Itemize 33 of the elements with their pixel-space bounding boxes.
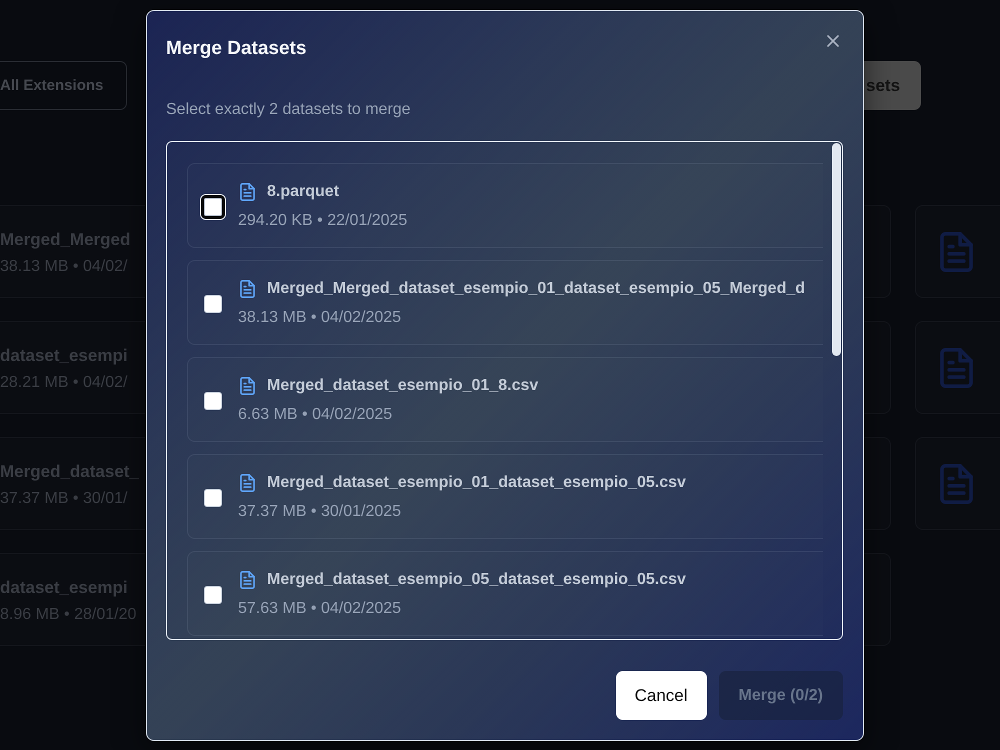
document-icon [940,464,973,504]
dataset-meta: 38.13 MB • 04/02/2025 [238,308,402,328]
dataset-item[interactable]: 8.parquet 294.20 KB • 22/01/2025 [187,163,823,248]
dataset-item[interactable]: Merged_dataset_esempio_01_dataset_esempio_05.csv 37.37 MB • 30/01/2025 [187,454,823,539]
document-icon [240,571,255,589]
document-icon [940,348,973,388]
dataset-meta: 294.20 KB • 22/01/2025 [238,211,408,231]
scrollbar-thumb[interactable] [832,143,841,356]
cancel-button[interactable]: Cancel [616,671,707,720]
dataset-meta: 37.37 MB • 30/01/2025 [238,502,402,522]
checkbox[interactable] [204,488,222,506]
document-icon [940,232,973,272]
dialog-title: Merge Datasets [166,37,306,61]
checkbox[interactable] [204,392,222,410]
document-icon [240,377,255,395]
checkbox[interactable] [204,294,222,312]
document-icon [240,183,255,201]
dataset-name: Merged_dataset_esempio_01_dataset_esempio_05.csv [267,473,686,493]
instruction-text: Select exactly 2 datasets to merge [166,100,412,120]
document-icon [240,474,255,492]
dataset-item[interactable]: Merged_dataset_esempio_01_8.csv 6.63 MB • 04/02/2025 [187,357,823,442]
dataset-meta: 57.63 MB • 04/02/2025 [238,599,402,619]
document-icon [240,280,255,298]
checkbox[interactable] [204,586,222,604]
dataset-meta: 6.63 MB • 04/02/2025 [238,405,394,425]
close-icon [827,35,839,47]
dataset-item[interactable]: Merged_Merged_dataset_esempio_01_dataset_esempio_05_Merged_d 38.13 MB • 04/02/2025 [187,260,823,345]
dataset-name: Merged_Merged_dataset_esempio_01_dataset_esempio_05_Merged_d [267,279,806,299]
close-button[interactable] [827,35,839,47]
dataset-name: Merged_dataset_esempio_05_dataset_esempio_05.csv [267,570,686,590]
dataset-name: Merged_dataset_esempio_01_8.csv [267,376,538,396]
dataset-name: 8.parquet [267,182,340,202]
dataset-item[interactable]: Merged_dataset_esempio_05_dataset_esempio_05.csv 57.63 MB • 04/02/2025 [187,551,823,636]
